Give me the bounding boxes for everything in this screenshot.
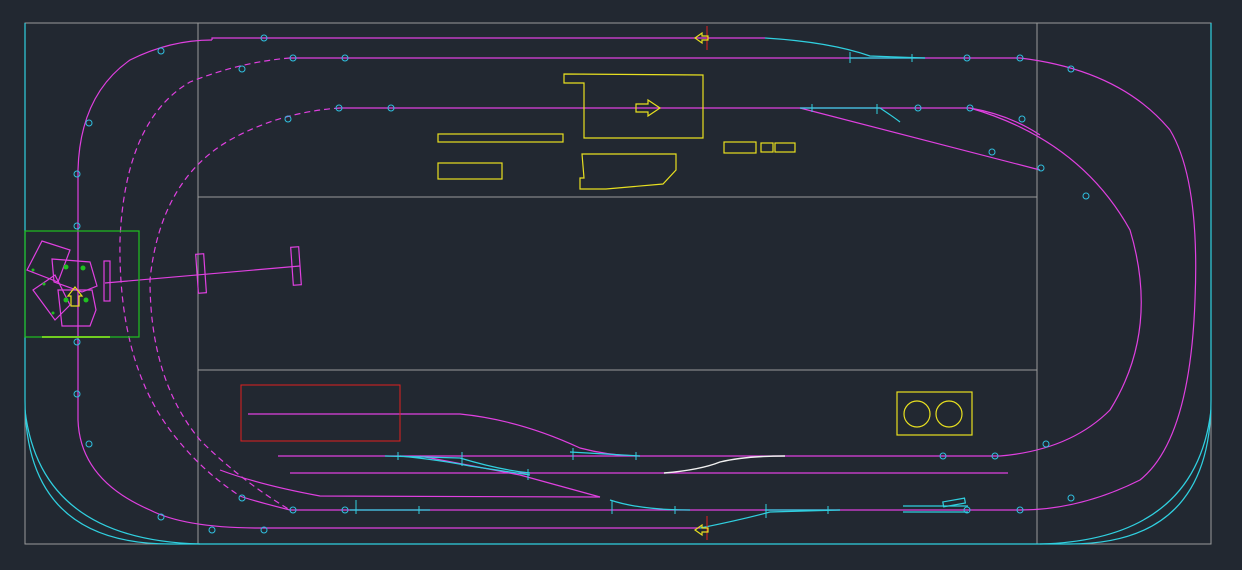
node-marker — [1082, 192, 1090, 200]
platform-short — [437, 162, 503, 180]
node-marker — [1042, 440, 1050, 448]
turnout-upper-right — [800, 107, 901, 123]
track-branch-right — [969, 107, 1041, 136]
building-small-3 — [774, 142, 796, 153]
loop-outer-left — [77, 39, 700, 529]
turnout-ticks — [355, 52, 913, 518]
tank-right — [935, 400, 963, 428]
node-marker — [1037, 164, 1045, 172]
turnout-bottom-mid — [609, 499, 691, 511]
outer-edge-curves — [24, 23, 1212, 545]
building-lower — [579, 153, 677, 190]
node-marker — [1018, 115, 1026, 123]
turntable-spur — [104, 265, 301, 284]
roundhouse-stall-1 — [26, 240, 71, 283]
turnout-bottom-right-1 — [699, 509, 841, 529]
engine-shed-area — [24, 230, 302, 338]
turntable-bridge-mid — [195, 253, 208, 294]
turnout-top-1 — [764, 37, 926, 59]
edge-curve-bottom-right — [1039, 409, 1212, 545]
dot — [63, 297, 69, 303]
baseboard-outline — [24, 22, 1212, 545]
node-marker — [238, 65, 246, 73]
turnout-bottom-double — [903, 505, 968, 513]
node-marker — [208, 526, 216, 534]
edge-curve-outer — [24, 23, 1212, 545]
track-top-outer — [211, 37, 700, 40]
node-marker — [73, 390, 81, 398]
building-large — [563, 73, 704, 139]
turnout-lower-left-2 — [399, 455, 531, 476]
building-small-1 — [723, 141, 757, 154]
red-structure-box — [240, 384, 401, 442]
node-marker — [157, 47, 165, 55]
node-marker — [1067, 494, 1075, 502]
tank-structure — [896, 391, 973, 436]
dot — [83, 297, 89, 303]
track-diagonal-lower — [219, 469, 601, 498]
turntable-bridge-left — [103, 260, 111, 302]
red-markers — [240, 26, 708, 540]
turnouts — [350, 37, 968, 529]
platform-long — [437, 133, 564, 143]
dot — [51, 311, 55, 315]
roundhouse-stall-3 — [32, 274, 71, 321]
dot — [63, 264, 69, 270]
track-siding-red — [248, 413, 641, 457]
cad-drawing-canvas — [0, 0, 1242, 566]
node-marker — [85, 440, 93, 448]
node-marker — [73, 222, 81, 230]
dot — [31, 268, 35, 272]
node-marker — [73, 338, 81, 346]
dashed-loop-inner — [149, 107, 341, 511]
white-transition-curve — [663, 455, 786, 474]
track-nodes — [73, 34, 1090, 534]
edge-curve-bottom-left — [24, 409, 201, 545]
loop-inner-right — [340, 107, 1142, 457]
track-plan-svg — [24, 22, 1212, 545]
structures — [42, 73, 973, 436]
node-marker — [73, 170, 81, 178]
turnout-lower-left-1 — [384, 455, 531, 474]
dot — [80, 265, 86, 271]
node-marker — [988, 148, 996, 156]
tank-left — [903, 400, 931, 428]
node-marker — [85, 119, 93, 127]
outer-board-rect — [24, 22, 1212, 545]
dashed-inner-loops — [119, 57, 341, 511]
track-lower-third — [239, 495, 1020, 511]
building-small-2 — [760, 142, 774, 153]
dot — [42, 282, 46, 286]
roundhouse-stall-4 — [57, 289, 97, 327]
